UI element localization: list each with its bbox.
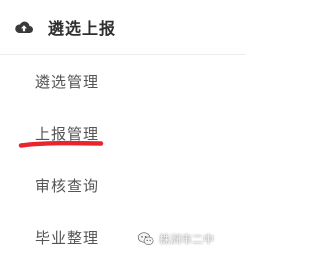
menu-item-label: 遴选管理	[35, 72, 100, 91]
menu-item-selection-management[interactable]: 遴选管理	[0, 55, 246, 107]
menu-item-report-management[interactable]: 上报管理	[0, 107, 246, 159]
menu-group-header[interactable]: 遴选上报	[0, 0, 246, 55]
menu-group-title: 遴选上报	[48, 19, 117, 38]
watermark-text: 株洲市二中	[159, 233, 214, 246]
menu-item-label: 毕业整理	[35, 228, 100, 247]
menu-item-label: 审核查询	[35, 176, 100, 195]
menu-item-label: 上报管理	[35, 124, 100, 143]
sidebar-menu: 遴选上报 遴选管理 上报管理 审核查询 毕业整理 株洲市二中	[0, 0, 246, 254]
menu-item-review-query[interactable]: 审核查询	[0, 159, 246, 211]
wechat-icon	[137, 230, 155, 248]
cloud-upload-icon	[14, 17, 34, 37]
watermark: 株洲市二中	[137, 228, 214, 250]
